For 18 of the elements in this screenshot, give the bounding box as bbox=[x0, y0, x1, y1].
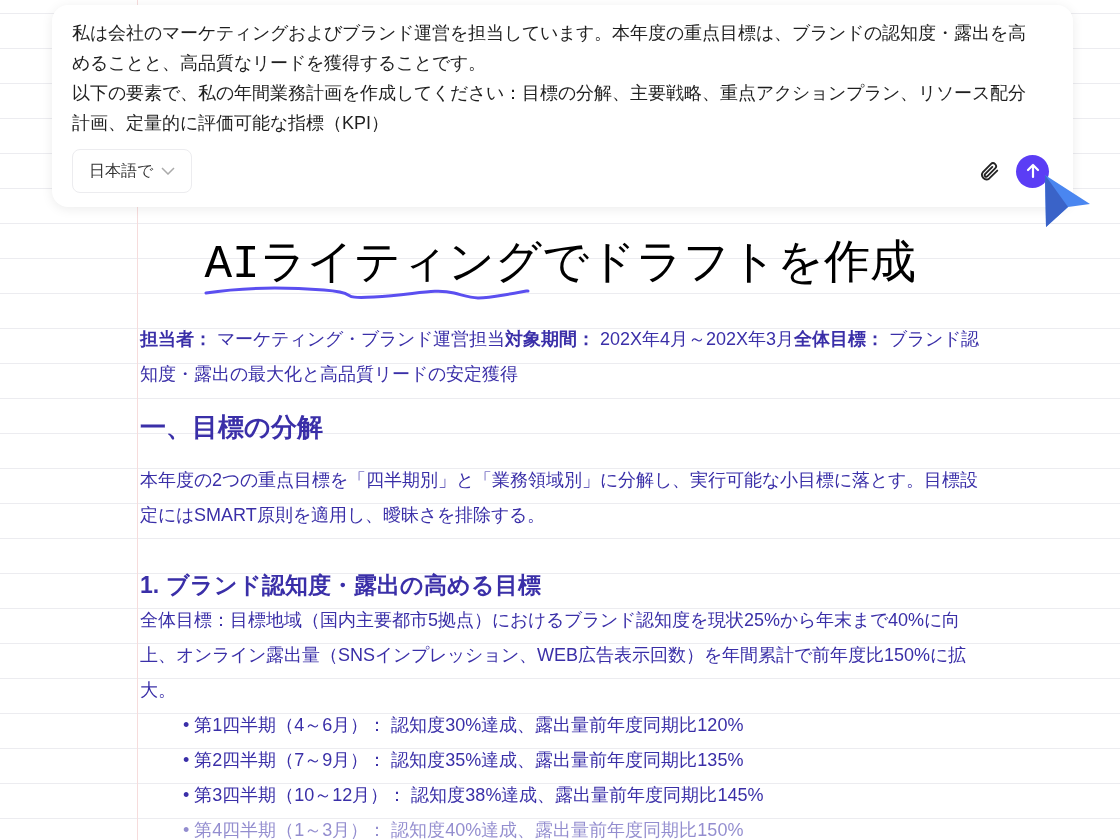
paperclip-icon[interactable] bbox=[978, 160, 1000, 182]
subsection-heading: 1. ブランド認知度・露出の高める目標 bbox=[140, 571, 542, 600]
bullet-item: • 第3四半期（10～12月）： 認知度38%達成、露出量前年度同期比145% bbox=[182, 784, 765, 807]
language-dropdown[interactable]: 日本語で bbox=[72, 149, 192, 193]
send-button[interactable] bbox=[1016, 154, 1049, 188]
prompt-text[interactable]: 以下の要素で、私の年間業務計画を作成してください：目標の分解、主要戦略、重点アクションプラン、リソース配分計画、定量的に評価可能な指標（KPI） bbox=[72, 78, 1038, 138]
section-heading: 一、目標の分解 bbox=[140, 411, 324, 444]
prompt-text[interactable]: 私は会社のマーケティングおよびブランド運営を担当しています。本年度の重点目標は、ブランドの認知度・露出を高めることと、高品質なリードを獲得することです。 bbox=[72, 18, 1038, 78]
headline: AIライティングでドラフトを作成 bbox=[204, 235, 916, 295]
body-paragraph: 全体目標：目標地域（国内主要都市5拠点）におけるブランド認知度を現状25%から年末まで40%に向上、オンライン露出量（SNSインプレッション、WEB広告表示回数）を年間累計で前年度比150%に拡大。 bbox=[140, 609, 968, 702]
pointer-cursor-icon bbox=[1044, 174, 1091, 228]
plan-summary: 担当者： マーケティング・ブランド運営担当対象期間： 202X年4月～202X年3月全体目標： ブランド認知度・露出の最大化と高品質リードの安定獲得 bbox=[140, 328, 981, 386]
bullet-item: • 第2四半期（7～9月）： 認知度35%達成、露出量前年度同期比135% bbox=[182, 749, 745, 772]
bullet-item: • 第1四半期（4～6月）： 認知度30%達成、露出量前年度同期比120% bbox=[182, 714, 745, 737]
chevron-down-icon bbox=[161, 167, 175, 175]
body-paragraph: 本年度の2つの重点目標を「四半期別」と「業務領域別」に分解し、実行可能な小目標に落とす。目標設定にはSMART原則を適用し、曖昧さを排除する。 bbox=[140, 469, 979, 527]
up-arrow-icon bbox=[1024, 163, 1041, 179]
bullet-item: • 第4四半期（1～3月）： 認知度40%達成、露出量前年度同期比150% bbox=[182, 819, 745, 840]
